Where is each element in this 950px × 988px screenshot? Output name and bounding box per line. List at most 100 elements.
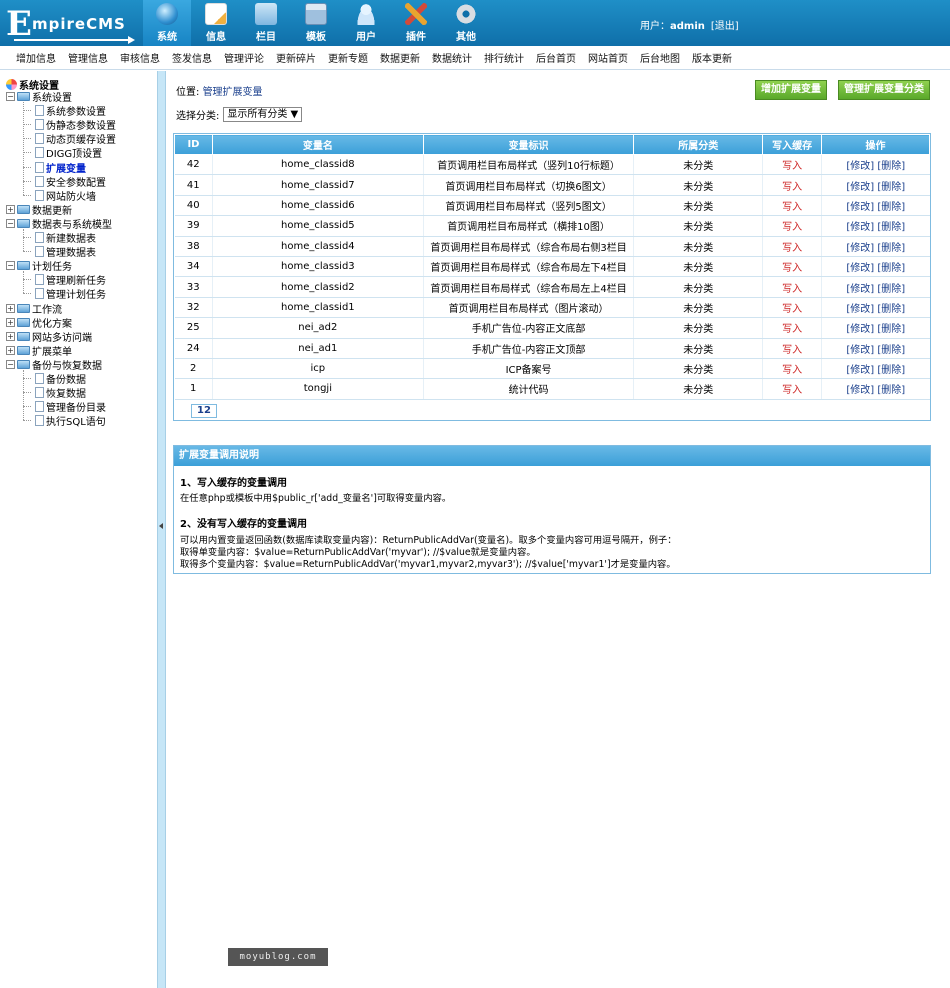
- delete-link[interactable]: [删除]: [877, 284, 905, 295]
- edit-link[interactable]: [修改]: [846, 324, 874, 335]
- tree-item[interactable]: − 计划任务: [6, 259, 72, 273]
- sidebar-splitter[interactable]: [157, 71, 166, 988]
- write-cache-link[interactable]: 写入: [762, 215, 822, 237]
- edit-link[interactable]: [修改]: [846, 365, 874, 376]
- edit-link[interactable]: [修改]: [846, 161, 874, 172]
- edit-link[interactable]: [修改]: [846, 284, 874, 295]
- quick-menu-item[interactable]: 数据更新: [380, 50, 420, 65]
- tree-item[interactable]: 动态页缓存设置: [23, 132, 116, 146]
- quick-menu-item[interactable]: 管理评论: [224, 50, 264, 65]
- tree-item[interactable]: 备份数据: [23, 372, 86, 386]
- delete-link[interactable]: [删除]: [877, 182, 905, 193]
- manage-variable-category-button[interactable]: 管理扩展变量分类: [838, 80, 930, 100]
- tree-item[interactable]: 执行SQL语句: [23, 414, 106, 428]
- tree-item[interactable]: 扩展变量: [23, 161, 86, 175]
- tree-item[interactable]: 新建数据表: [23, 231, 96, 245]
- collapse-arrow-icon[interactable]: [159, 523, 163, 529]
- collapse-icon[interactable]: −: [6, 92, 15, 101]
- quick-menu-item[interactable]: 审核信息: [120, 50, 160, 65]
- tree-item[interactable]: 管理备份目录: [23, 400, 106, 414]
- quick-menu-item[interactable]: 后台首页: [536, 50, 576, 65]
- nav-tab-4[interactable]: 用户: [341, 0, 391, 46]
- quick-menu-item[interactable]: 数据统计: [432, 50, 472, 65]
- edit-link[interactable]: [修改]: [846, 222, 874, 233]
- tree-item[interactable]: + 网站多访问端: [6, 330, 92, 344]
- write-cache-link[interactable]: 写入: [762, 256, 822, 278]
- tree-item[interactable]: − 系统设置: [6, 90, 72, 104]
- edit-link[interactable]: [修改]: [846, 243, 874, 254]
- expand-icon[interactable]: +: [6, 317, 15, 327]
- edit-link[interactable]: [修改]: [846, 182, 874, 193]
- collapse-icon[interactable]: −: [6, 218, 15, 228]
- edit-link[interactable]: [修改]: [846, 202, 874, 213]
- tree-item[interactable]: 管理计划任务: [23, 287, 106, 301]
- quick-menu-item[interactable]: 版本更新: [692, 50, 732, 65]
- delete-link[interactable]: [删除]: [877, 161, 905, 172]
- logo[interactable]: E mpireCMS: [4, 5, 136, 44]
- delete-link[interactable]: [删除]: [877, 222, 905, 233]
- quick-menu-item[interactable]: 网站首页: [588, 50, 628, 65]
- nav-tab-2[interactable]: 栏目: [241, 0, 291, 46]
- tree-item[interactable]: + 优化方案: [6, 316, 72, 330]
- nav-tab-6[interactable]: 其他: [441, 0, 491, 46]
- breadcrumb-link[interactable]: 管理扩展变量: [203, 87, 263, 98]
- write-cache-link[interactable]: 写入: [762, 378, 822, 400]
- edit-link[interactable]: [修改]: [846, 345, 874, 356]
- quick-menu-item[interactable]: 签发信息: [172, 50, 212, 65]
- nav-tab-5[interactable]: 插件: [391, 0, 441, 46]
- delete-link[interactable]: [删除]: [877, 385, 905, 396]
- write-cache-link[interactable]: 写入: [762, 195, 822, 217]
- tree-item[interactable]: + 扩展菜单: [6, 344, 72, 358]
- tree-item[interactable]: − 备份与恢复数据: [6, 358, 102, 372]
- category-select[interactable]: 显示所有分类 ▼: [223, 107, 303, 122]
- quick-menu-item[interactable]: 更新碎片: [276, 50, 316, 65]
- expand-icon[interactable]: +: [6, 303, 15, 313]
- quick-menu-item[interactable]: 排行统计: [484, 50, 524, 65]
- tree-item[interactable]: − 数据表与系统模型: [6, 217, 112, 231]
- delete-link[interactable]: [删除]: [877, 202, 905, 213]
- delete-link[interactable]: [删除]: [877, 365, 905, 376]
- nav-tab-3[interactable]: 模板: [291, 0, 341, 46]
- tree-item[interactable]: 系统参数设置: [23, 104, 106, 118]
- expand-icon[interactable]: +: [6, 331, 15, 341]
- edit-link[interactable]: [修改]: [846, 385, 874, 396]
- add-variable-button[interactable]: 增加扩展变量: [755, 80, 827, 100]
- write-cache-link[interactable]: 写入: [762, 338, 822, 359]
- write-cache-link[interactable]: 写入: [762, 317, 822, 339]
- write-cache-link[interactable]: 写入: [762, 276, 822, 298]
- write-cache-link[interactable]: 写入: [762, 174, 822, 196]
- delete-link[interactable]: [删除]: [877, 324, 905, 335]
- expand-icon[interactable]: +: [6, 345, 15, 355]
- quick-menu-item[interactable]: 更新专题: [328, 50, 368, 65]
- collapse-icon[interactable]: −: [6, 359, 15, 369]
- tree-item[interactable]: + 数据更新: [6, 203, 72, 217]
- tree-item[interactable]: 网站防火墙: [23, 189, 96, 203]
- write-cache-link[interactable]: 写入: [762, 154, 822, 176]
- tree-item[interactable]: 安全参数配置: [23, 175, 106, 189]
- delete-link[interactable]: [删除]: [877, 243, 905, 254]
- nav-tab-0[interactable]: 系统: [143, 0, 191, 46]
- tree-item[interactable]: 管理数据表: [23, 245, 96, 259]
- pagination[interactable]: 12: [191, 404, 217, 418]
- collapse-icon[interactable]: −: [6, 261, 15, 271]
- tree-item-label: 伪静态参数设置: [46, 121, 116, 133]
- edit-link[interactable]: [修改]: [846, 304, 874, 315]
- tree-item[interactable]: 管理刷新任务: [23, 273, 106, 287]
- tree-item[interactable]: DIGG顶设置: [23, 146, 102, 160]
- write-cache-link[interactable]: 写入: [762, 358, 822, 380]
- nav-tab-1[interactable]: 信息: [191, 0, 241, 46]
- quick-menu-item[interactable]: 后台地图: [640, 50, 680, 65]
- tree-item[interactable]: 恢复数据: [23, 386, 86, 400]
- write-cache-link[interactable]: 写入: [762, 297, 822, 319]
- tree-item[interactable]: 伪静态参数设置: [23, 118, 116, 133]
- quick-menu-item[interactable]: 管理信息: [68, 50, 108, 65]
- delete-link[interactable]: [删除]: [877, 263, 905, 274]
- logout-link[interactable]: [退出]: [711, 21, 739, 32]
- quick-menu-item[interactable]: 增加信息: [16, 50, 56, 65]
- expand-icon[interactable]: +: [6, 204, 15, 214]
- delete-link[interactable]: [删除]: [877, 304, 905, 315]
- write-cache-link[interactable]: 写入: [762, 236, 822, 257]
- tree-item[interactable]: + 工作流: [6, 302, 62, 316]
- edit-link[interactable]: [修改]: [846, 263, 874, 274]
- delete-link[interactable]: [删除]: [877, 345, 905, 356]
